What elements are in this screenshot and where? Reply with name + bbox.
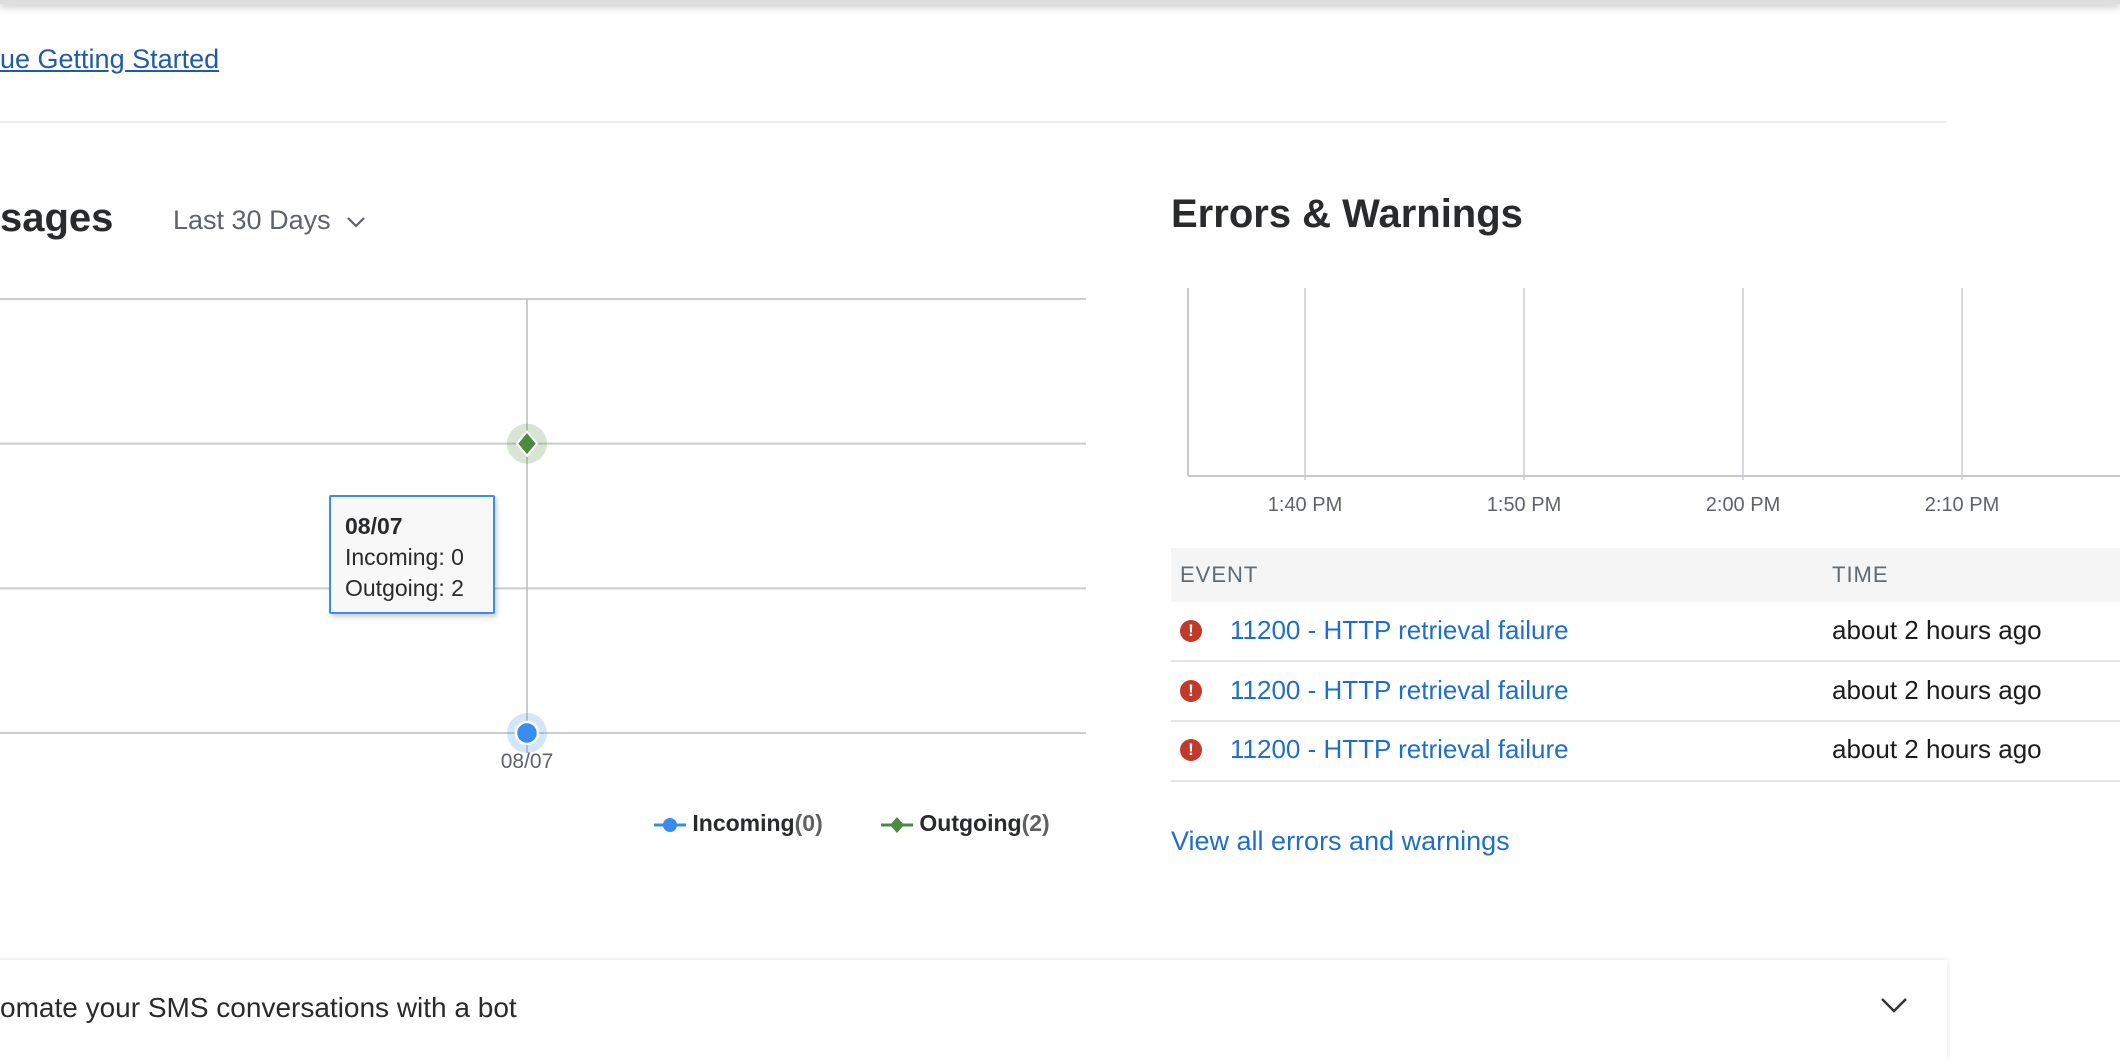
error-time: about 2 hours ago [1832,615,2042,645]
x-tick-label: 08/07 [500,750,554,773]
time-tick-label: 2:00 PM [1705,494,1781,516]
row-divider [1171,720,2120,722]
legend-count: (2) [1021,810,1050,836]
bot-card-title: omate your SMS conversations with a bot [0,992,517,1023]
chevron-down-icon[interactable] [1880,997,1908,1013]
errors-table-header [1171,548,2120,602]
errors-title: Errors & Warnings [1171,192,1523,236]
tooltip-incoming: Incoming: 0 [345,544,464,570]
chart-tooltip: 08/07 Incoming: 0 Outgoing: 2 [329,495,495,614]
messages-title: sages [0,196,114,240]
messages-chart [0,298,1086,753]
error-event-link[interactable]: 11200 - HTTP retrieval failure [1230,615,1569,646]
errors-chart [1187,288,2120,480]
top-header-shadow [0,0,2120,4]
chevron-down-icon [347,217,365,228]
exclamation-circle-icon: ! [1180,620,1202,642]
error-time: about 2 hours ago [1832,734,2042,764]
section-divider [0,121,1947,123]
legend-item-incoming[interactable]: Incoming(0) [654,810,823,837]
error-event-link[interactable]: 11200 - HTTP retrieval failure [1230,734,1569,765]
exclamation-circle-icon: ! [1180,680,1202,702]
column-header-event: EVENT [1180,562,1259,587]
getting-started-link[interactable]: ue Getting Started [0,44,219,75]
row-divider [1171,780,2120,782]
data-point-incoming [514,720,540,746]
legend-label: Incoming [692,810,795,836]
error-time: about 2 hours ago [1832,675,2042,705]
date-range-label: Last 30 Days [173,205,331,235]
legend-count: (0) [794,810,823,836]
tooltip-outgoing: Outgoing: 2 [345,575,464,601]
time-tick-label: 2:10 PM [1924,494,2000,516]
view-all-errors-link[interactable]: View all errors and warnings [1171,826,1510,857]
diamond-marker-icon [881,816,913,833]
exclamation-circle-icon: ! [1180,739,1202,761]
row-divider [1171,660,2120,662]
column-header-time: TIME [1832,562,1889,587]
error-event-link[interactable]: 11200 - HTTP retrieval failure [1230,675,1569,706]
legend-label: Outgoing [919,810,1022,836]
tooltip-date: 08/07 [345,513,403,539]
time-tick-label: 1:50 PM [1486,494,1562,516]
circle-marker-icon [654,817,686,832]
time-tick-label: 1:40 PM [1267,494,1343,516]
date-range-dropdown[interactable]: Last 30 Days [173,205,366,236]
legend-item-outgoing[interactable]: Outgoing(2) [881,810,1050,837]
